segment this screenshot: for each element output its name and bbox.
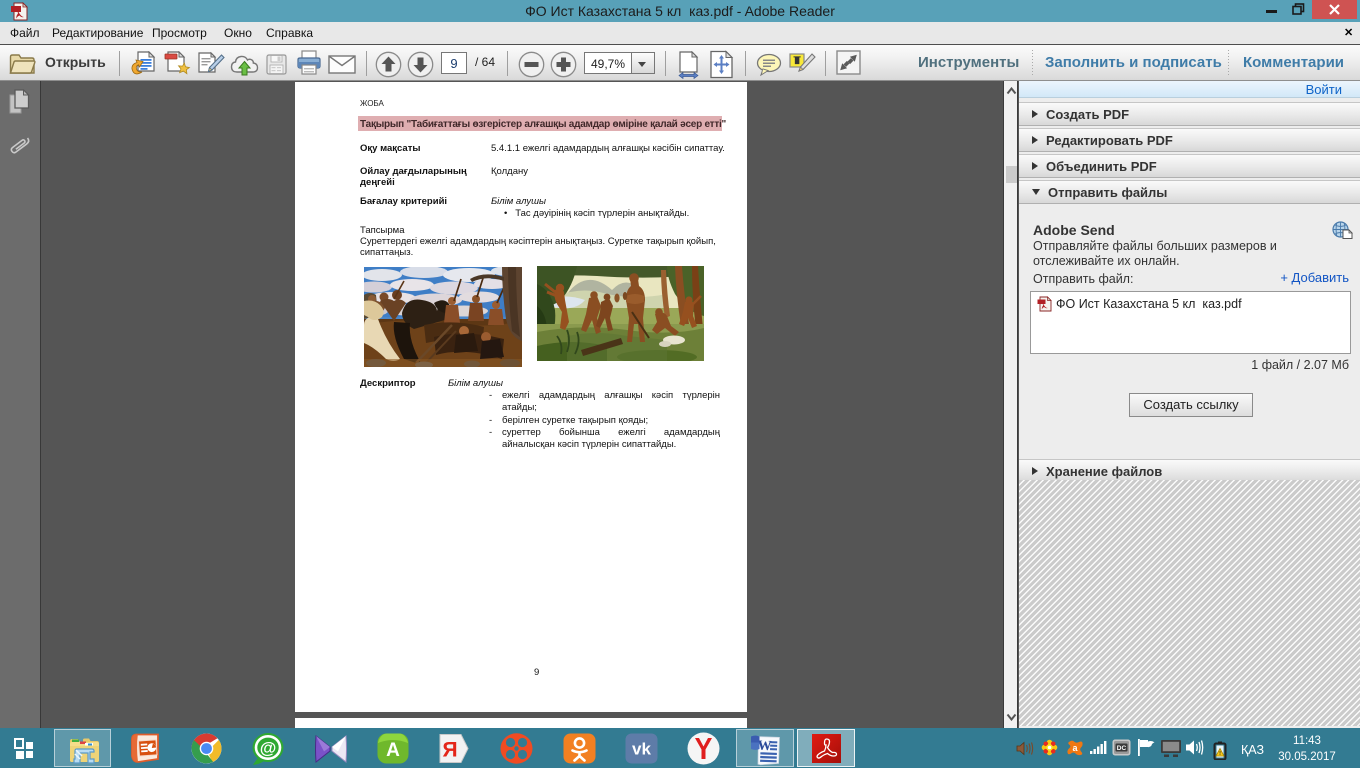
svg-text:W: W (757, 739, 772, 754)
svg-text:vk: vk (632, 740, 651, 759)
svg-text:A: A (386, 740, 400, 761)
svg-text:Я: Я (442, 739, 457, 762)
svg-text:DC: DC (1117, 745, 1127, 752)
svg-text:@: @ (260, 739, 277, 758)
svg-text:!: ! (1219, 751, 1221, 757)
